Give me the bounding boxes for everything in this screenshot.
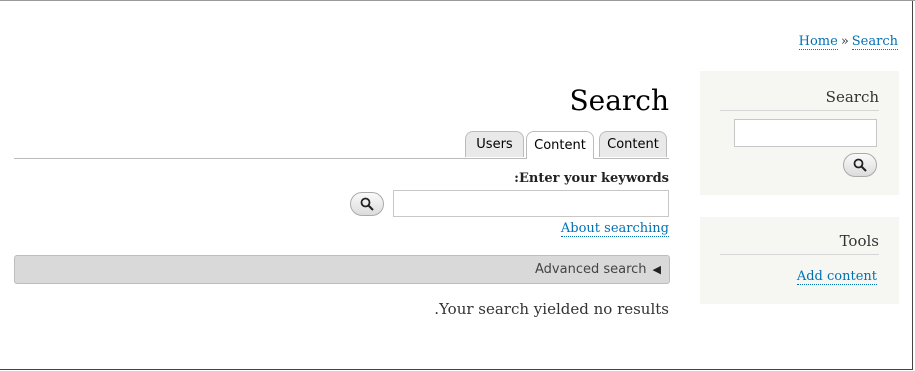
- sidebar-tools-block: Tools Add content: [700, 217, 899, 304]
- bottom-border: [0, 369, 913, 370]
- page-title: Search: [569, 84, 669, 117]
- triangle-left-icon: ◀: [652, 263, 661, 276]
- top-border: [0, 0, 915, 1]
- sidebar-search-button[interactable]: [843, 153, 877, 177]
- no-results-message: .Your search yielded no results: [434, 300, 669, 318]
- keywords-input[interactable]: [393, 190, 669, 217]
- tools-block-title: Tools: [720, 232, 879, 255]
- tab-content[interactable]: Content: [599, 131, 667, 157]
- magnifier-icon: [853, 158, 867, 172]
- breadcrumb: Home» Search: [798, 34, 898, 50]
- search-submit-button[interactable]: [350, 192, 384, 216]
- sidebar-search-block: Search: [700, 71, 899, 195]
- breadcrumb-home-link[interactable]: Home: [798, 34, 838, 50]
- breadcrumb-search-link[interactable]: Search: [851, 34, 898, 50]
- tab-users[interactable]: Users: [465, 131, 524, 157]
- advanced-search-toggle[interactable]: Advanced search ◀: [14, 255, 670, 284]
- tab-content-active[interactable]: Content: [526, 131, 594, 159]
- add-content-link[interactable]: Add content: [796, 269, 877, 285]
- advanced-search-label: Advanced search: [535, 262, 647, 277]
- magnifier-icon: [360, 197, 374, 211]
- search-block-title: Search: [720, 88, 879, 111]
- breadcrumb-separator: »: [840, 34, 849, 49]
- keywords-label: :Enter your keywords: [514, 171, 669, 186]
- search-tabs: Users Content Content: [14, 131, 669, 159]
- sidebar-search-input[interactable]: [734, 119, 877, 147]
- right-border: [912, 1, 913, 370]
- about-searching-link[interactable]: About searching: [560, 221, 669, 237]
